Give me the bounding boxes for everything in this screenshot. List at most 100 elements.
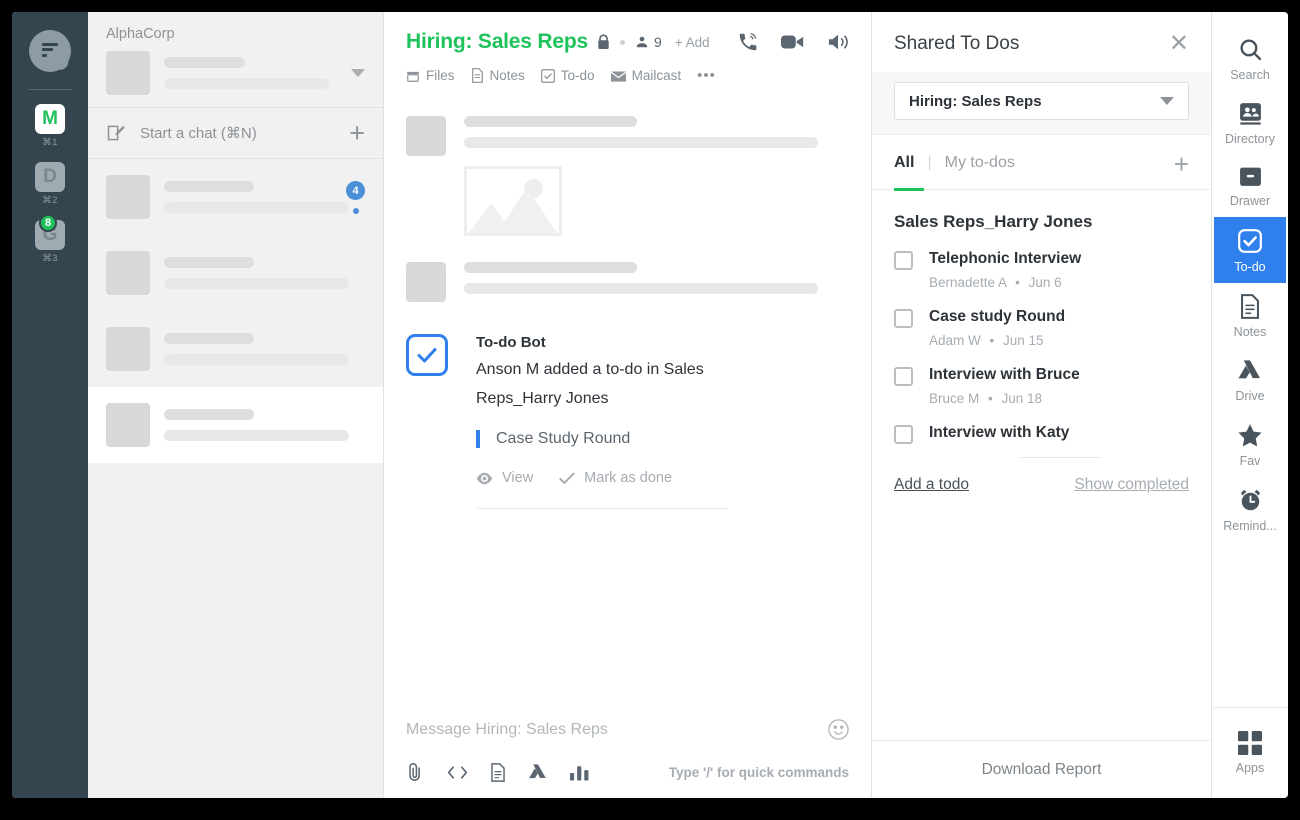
header-actions bbox=[737, 31, 849, 53]
unread-count-badge: 4 bbox=[346, 181, 365, 200]
message-skeleton bbox=[406, 262, 849, 302]
view-todo-button[interactable]: View bbox=[476, 470, 533, 486]
rail-label: Remind... bbox=[1223, 519, 1277, 533]
skeleton-line bbox=[164, 430, 349, 441]
poll-icon[interactable] bbox=[570, 763, 589, 781]
tab-all[interactable]: All bbox=[894, 154, 914, 186]
rail-label: Apps bbox=[1235, 761, 1265, 775]
team-item-m[interactable]: M ⌘1 bbox=[35, 104, 65, 148]
skeleton-line bbox=[164, 57, 245, 68]
rail-label: To-do bbox=[1234, 260, 1266, 274]
conversation-pane: Hiring: Sales Reps 9 + Add Files Notes T… bbox=[384, 12, 872, 798]
rail-label: Drawer bbox=[1229, 194, 1271, 208]
panel-title: Shared To Dos bbox=[894, 33, 1020, 54]
list-item[interactable] bbox=[88, 235, 383, 311]
divider: | bbox=[927, 154, 932, 171]
rail-label: Search bbox=[1230, 68, 1270, 82]
channel-select-value: Hiring: Sales Reps bbox=[909, 92, 1042, 110]
plus-icon[interactable]: + bbox=[349, 119, 365, 147]
team-item-g[interactable]: 8 G ⌘3 bbox=[35, 214, 65, 264]
todo-checkbox[interactable] bbox=[894, 425, 913, 444]
google-drive-icon[interactable] bbox=[528, 763, 548, 782]
todo-edit-input[interactable]: Interview with Katy bbox=[929, 424, 1189, 442]
call-icon[interactable] bbox=[737, 31, 759, 53]
rail-label: Fav bbox=[1239, 454, 1261, 468]
todo-meta: Bernadette A • Jun 6 bbox=[929, 275, 1189, 290]
rail-label: Notes bbox=[1233, 325, 1267, 339]
todo-checkbox[interactable] bbox=[894, 309, 913, 328]
separator-dot: • bbox=[988, 391, 993, 406]
avatar bbox=[106, 175, 150, 219]
chat-list-panel: AlphaCorp Start a chat (⌘N) + 4 bbox=[88, 12, 384, 798]
separator-dot: • bbox=[1015, 275, 1020, 290]
mail-icon bbox=[610, 71, 626, 82]
mark-as-done-button[interactable]: Mark as done bbox=[559, 470, 672, 486]
skeleton-line bbox=[464, 137, 819, 148]
tab-my-todos[interactable]: My to-dos bbox=[945, 154, 1015, 186]
todo-label: Case study Round bbox=[929, 308, 1066, 325]
rail-item-fav[interactable]: Fav bbox=[1214, 412, 1286, 477]
list-item[interactable]: 4 bbox=[88, 159, 383, 235]
rail-item-directory[interactable]: Directory bbox=[1214, 91, 1286, 155]
rail-item-search[interactable]: Search bbox=[1214, 26, 1286, 91]
show-completed-link[interactable]: Show completed bbox=[1074, 476, 1189, 494]
rail-item-drive[interactable]: Drive bbox=[1214, 348, 1286, 412]
document-icon[interactable] bbox=[490, 762, 506, 782]
rail-item-drawer[interactable]: Drawer bbox=[1214, 155, 1286, 217]
avatar bbox=[106, 403, 150, 447]
code-snippet-icon[interactable] bbox=[447, 764, 468, 781]
add-a-todo-link[interactable]: Add a todo bbox=[894, 476, 969, 494]
add-todo-icon[interactable]: + bbox=[1174, 151, 1189, 189]
list-item-selected[interactable] bbox=[88, 387, 383, 463]
download-report-button[interactable]: Download Report bbox=[872, 740, 1211, 798]
team-item-d[interactable]: D ⌘2 bbox=[35, 162, 65, 206]
tab-files[interactable]: Files bbox=[406, 68, 455, 83]
todo-checkbox[interactable] bbox=[894, 251, 913, 270]
quick-commands-hint: Type '/' for quick commands bbox=[668, 764, 849, 780]
rail-item-notes[interactable]: Notes bbox=[1214, 283, 1286, 348]
todo-item[interactable]: Interview with Bruce Bruce M • Jun 18 bbox=[894, 366, 1189, 406]
team-rail: M ⌘1 D ⌘2 8 G ⌘3 bbox=[12, 12, 88, 798]
todo-item-editing[interactable]: Interview with Katy Save Cancel bbox=[894, 424, 1189, 458]
video-icon[interactable] bbox=[781, 32, 805, 52]
list-item[interactable] bbox=[88, 311, 383, 387]
download-report-label: Download Report bbox=[981, 760, 1102, 778]
todo-item[interactable]: Case study Round Adam W • Jun 15 bbox=[894, 308, 1189, 348]
tab-notes[interactable]: Notes bbox=[471, 68, 525, 83]
tab-mailcast[interactable]: Mailcast bbox=[610, 68, 682, 83]
todo-item[interactable]: Telephonic Interview Bernadette A • Jun … bbox=[894, 250, 1189, 290]
broadcast-icon[interactable] bbox=[827, 32, 849, 52]
skeleton-line bbox=[164, 333, 255, 344]
start-chat-row[interactable]: Start a chat (⌘N) + bbox=[88, 107, 383, 159]
divider bbox=[476, 508, 728, 509]
emoji-smiley-icon[interactable] bbox=[828, 719, 849, 740]
close-icon[interactable]: ✕ bbox=[1169, 32, 1189, 56]
message-input[interactable]: Message Hiring: Sales Reps bbox=[406, 721, 828, 739]
chevron-down-icon[interactable] bbox=[351, 69, 365, 77]
skeleton-line bbox=[164, 78, 329, 89]
drawer-icon bbox=[1239, 167, 1261, 186]
ellipsis-horizontal-icon[interactable]: ••• bbox=[697, 67, 716, 84]
chevron-down-icon bbox=[1160, 97, 1174, 105]
attachment-icon[interactable] bbox=[406, 762, 425, 782]
add-members-button[interactable]: + Add bbox=[675, 35, 710, 50]
files-icon bbox=[407, 71, 419, 82]
tab-todo[interactable]: To-do bbox=[540, 68, 595, 83]
org-name: AlphaCorp bbox=[106, 26, 175, 42]
avatar bbox=[106, 51, 150, 95]
rail-item-apps[interactable]: Apps bbox=[1214, 720, 1286, 784]
org-block: AlphaCorp bbox=[88, 12, 383, 107]
flock-logo-icon[interactable] bbox=[29, 30, 71, 72]
todo-assignee: Bruce M bbox=[929, 391, 980, 406]
rail-label: Directory bbox=[1224, 132, 1275, 146]
image-placeholder-icon bbox=[464, 166, 562, 236]
rail-item-todo[interactable]: To-do bbox=[1214, 217, 1286, 283]
tab-label: Notes bbox=[489, 68, 525, 83]
todo-checkbox[interactable] bbox=[894, 367, 913, 386]
tab-label: Mailcast bbox=[631, 68, 682, 83]
team-tile-letter: M bbox=[35, 104, 65, 134]
org-profile-row[interactable] bbox=[106, 51, 365, 95]
todo-date: Jun 6 bbox=[1028, 275, 1062, 290]
channel-select[interactable]: Hiring: Sales Reps bbox=[894, 82, 1189, 120]
rail-item-reminders[interactable]: Remind... bbox=[1214, 477, 1286, 542]
